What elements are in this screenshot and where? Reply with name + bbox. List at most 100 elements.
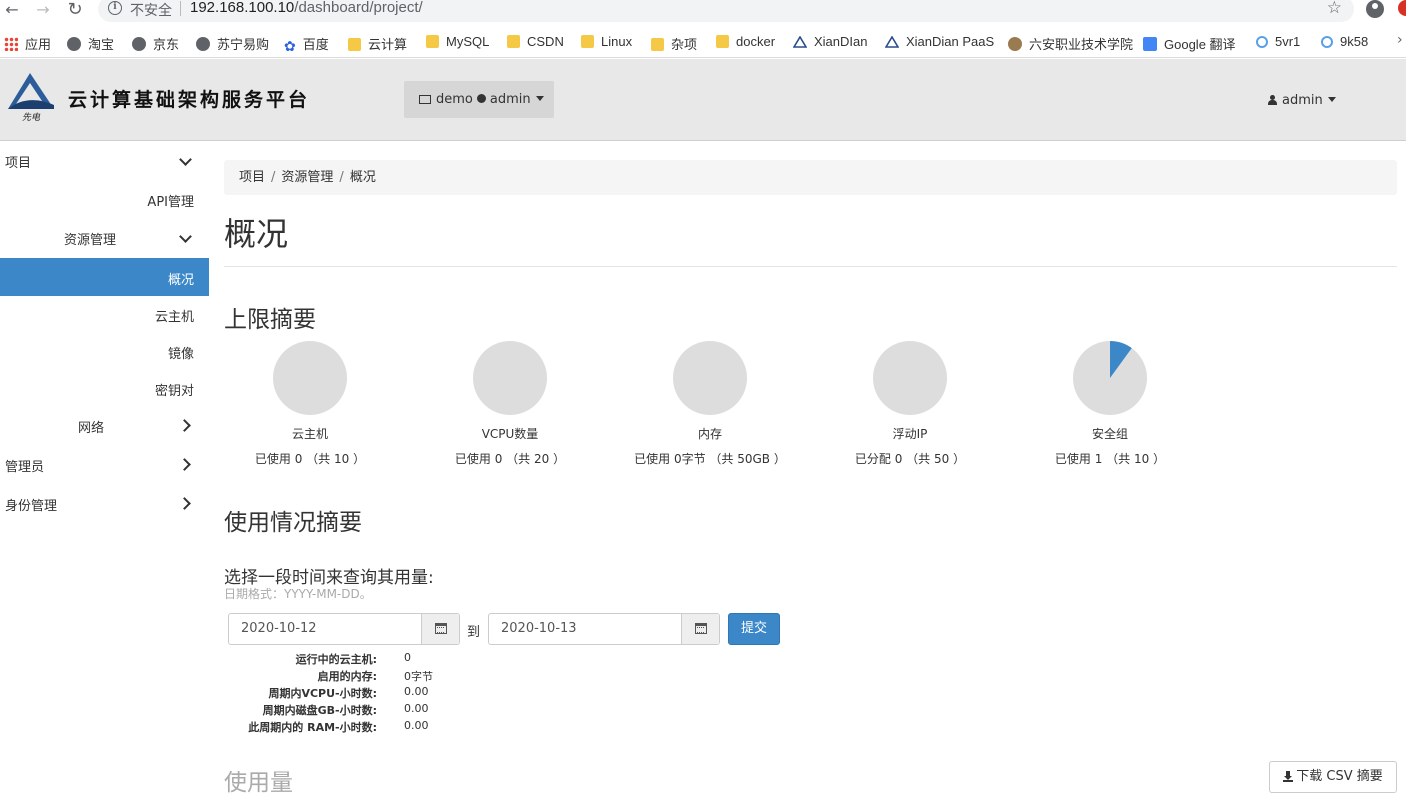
sidebar-item-label: 概况 xyxy=(167,273,194,288)
limit-label: 浮动IP xyxy=(892,427,928,441)
bookmark-folder-cloud[interactable]: 云计算 xyxy=(348,34,407,52)
sidebar-item-label: API管理 xyxy=(147,195,194,210)
bookmark-folder-docker[interactable]: docker xyxy=(716,34,775,50)
bookmark-taobao[interactable]: 淘宝 xyxy=(67,34,115,52)
download-csv-button[interactable]: 下载 CSV 摘要 xyxy=(1269,761,1397,793)
start-date-input[interactable]: 2020-10-12 xyxy=(228,613,460,645)
bookmark-star-icon[interactable]: ☆ xyxy=(1327,0,1342,18)
project-name: demo xyxy=(436,92,473,107)
error-badge-icon[interactable] xyxy=(1398,0,1406,16)
limit-usage-text: 已使用 0 （共 20 ） xyxy=(454,452,566,466)
globe-icon xyxy=(67,37,81,51)
bookmark-label: 六安职业技术学院 xyxy=(1029,37,1134,52)
calendar-icon xyxy=(435,623,447,634)
sidebar-item-images[interactable]: 镜像 xyxy=(0,332,209,370)
folder-icon xyxy=(426,35,439,48)
breadcrumb-item[interactable]: 资源管理 xyxy=(281,170,333,185)
sidebar-item-instances[interactable]: 云主机 xyxy=(0,295,209,333)
bookmark-folder-csdn[interactable]: CSDN xyxy=(507,34,564,50)
bookmark-folder-linux[interactable]: Linux xyxy=(581,34,632,50)
limit-pie-chart xyxy=(1073,341,1147,415)
stat-key: 周期内VCPU-小时数: xyxy=(268,687,377,700)
project-dropdown[interactable]: demo admin xyxy=(404,81,554,118)
bookmark-label: 5vr1 xyxy=(1275,34,1301,49)
bookmark-apps[interactable]: 应用 xyxy=(4,34,51,52)
back-icon[interactable]: ← xyxy=(2,0,22,20)
sidebar-item-overview[interactable]: 概况 xyxy=(0,258,209,296)
reload-icon[interactable]: ↻ xyxy=(65,0,85,20)
usage-title: 使用量 xyxy=(224,770,293,796)
url-text[interactable]: 192.168.100.10/dashboard/project/ xyxy=(190,0,423,16)
sidebar-item-label: 网络 xyxy=(78,421,105,436)
sidebar-item-keypairs[interactable]: 密钥对 xyxy=(0,369,209,407)
bookmark-xiandian-paas[interactable]: XianDian PaaS xyxy=(885,34,994,50)
sidebar-item-admin[interactable]: 管理员 xyxy=(0,445,209,483)
stat-key: 周期内磁盘GB-小时数: xyxy=(262,704,377,717)
limit-label: 云主机 xyxy=(291,427,328,441)
date-format-hint: 日期格式：YYYY-MM-DD。 xyxy=(224,587,372,601)
end-date-input[interactable]: 2020-10-13 xyxy=(488,613,720,645)
user-icon xyxy=(1268,95,1277,105)
start-date-picker[interactable] xyxy=(421,614,459,644)
start-date-value: 2020-10-12 xyxy=(241,621,317,636)
breadcrumb-item[interactable]: 项目 xyxy=(239,170,265,185)
chevron-down-icon xyxy=(179,230,192,243)
stat-row: 此周期内的 RAM-小时数: 0.00 xyxy=(224,719,524,736)
folder-icon xyxy=(651,38,664,51)
limit-item: 云主机 已使用 0 （共 10 ） xyxy=(210,340,410,467)
submit-button[interactable]: 提交 xyxy=(728,613,780,645)
divider xyxy=(180,1,181,16)
bookmark-suning[interactable]: 苏宁易购 xyxy=(196,34,269,52)
limits-title: 上限摘要 xyxy=(224,307,316,333)
forward-icon[interactable]: → xyxy=(33,0,53,20)
project-user: admin xyxy=(489,92,531,107)
folder-icon xyxy=(581,35,594,48)
bookmark-xiandian[interactable]: XianDIan xyxy=(793,34,867,50)
bookmark-5vr1[interactable]: 5vr1 xyxy=(1256,34,1300,50)
xiandian-icon xyxy=(885,36,899,48)
logo[interactable]: 先电 xyxy=(6,69,56,123)
bookmark-google-translate[interactable]: Google 翻译 xyxy=(1143,34,1236,52)
stat-row: 周期内VCPU-小时数: 0.00 xyxy=(224,685,524,702)
sidebar-item-project[interactable]: 项目 xyxy=(0,141,209,179)
stat-value: 0 xyxy=(404,651,411,664)
calendar-icon xyxy=(695,623,707,634)
bookmark-baidu[interactable]: ✿ 百度 xyxy=(284,34,329,54)
bookmark-folder-misc[interactable]: 杂项 xyxy=(651,34,697,52)
sidebar-item-network[interactable]: 网络 xyxy=(0,406,209,444)
chevron-down-icon xyxy=(179,153,192,166)
pie-track xyxy=(473,341,547,415)
breadcrumb-separator: / xyxy=(271,170,276,185)
bookmark-label: 9k58 xyxy=(1340,34,1369,49)
address-bar[interactable]: i 不安全 192.168.100.10/dashboard/project/ … xyxy=(98,0,1354,22)
bookmark-9k58[interactable]: 9k58 xyxy=(1321,34,1368,50)
sidebar-item-resources[interactable]: 资源管理 xyxy=(0,218,209,256)
stat-value: 0.00 xyxy=(404,719,429,732)
sidebar-item-identity[interactable]: 身份管理 xyxy=(0,484,209,522)
bookmark-label: 京东 xyxy=(153,37,180,52)
limit-label: VCPU数量 xyxy=(481,427,539,441)
folder-icon xyxy=(716,35,729,48)
user-menu[interactable]: admin xyxy=(1268,93,1336,108)
bookmark-label: MySQL xyxy=(446,34,490,49)
end-date-picker[interactable] xyxy=(681,614,719,644)
page-title: 概况 xyxy=(224,215,289,253)
bookmark-label: XianDian PaaS xyxy=(906,34,995,49)
bookmark-school[interactable]: 六安职业技术学院 xyxy=(1008,34,1134,52)
sidebar-item-label: 项目 xyxy=(5,156,32,171)
bookmark-label: docker xyxy=(736,34,776,49)
limit-item: VCPU数量已使用 0 （共 20 ） xyxy=(410,340,610,467)
profile-icon[interactable] xyxy=(1366,0,1384,18)
bookmark-folder-mysql[interactable]: MySQL xyxy=(426,34,489,50)
globe-icon xyxy=(196,37,210,51)
sidebar: 项目 API管理 资源管理 概况 云主机 镜像 密钥对 网络 管理员 身份管理 xyxy=(0,141,209,795)
project-icon xyxy=(419,95,431,104)
breadcrumb-separator: / xyxy=(339,170,344,185)
chevron-right-icon xyxy=(178,497,191,510)
bookmarks-more-icon[interactable]: › xyxy=(1397,32,1403,48)
bookmark-jd[interactable]: 京东 xyxy=(132,34,180,52)
bookmark-label: 淘宝 xyxy=(88,37,115,52)
sidebar-item-api[interactable]: API管理 xyxy=(0,180,209,218)
info-icon[interactable]: i xyxy=(108,1,122,15)
security-label: 不安全 xyxy=(130,3,172,19)
